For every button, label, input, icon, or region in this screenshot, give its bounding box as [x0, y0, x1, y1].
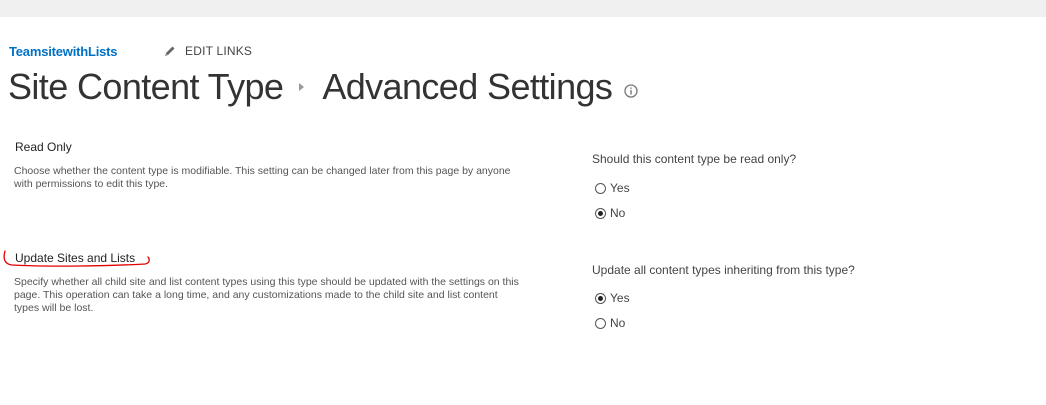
- update-sites-no-radio[interactable]: No: [595, 315, 625, 331]
- radio-yes-circle[interactable]: [595, 292, 606, 304]
- edit-links-label: EDIT LINKS: [185, 44, 253, 58]
- red-underline-annotation: [3, 250, 150, 267]
- radio-no-circle[interactable]: [595, 207, 606, 219]
- radio-yes-circle[interactable]: [595, 182, 606, 194]
- read-only-yes-radio[interactable]: Yes: [595, 180, 630, 196]
- radio-no-circle[interactable]: [595, 317, 606, 329]
- radio-label: Yes: [610, 291, 630, 305]
- site-nav: TeamsitewithLists: [9, 42, 118, 60]
- radio-label: Yes: [610, 181, 630, 195]
- read-only-no-radio[interactable]: No: [595, 205, 625, 221]
- radio-label: No: [610, 316, 626, 330]
- read-only-description: Choose whether the content type is modif…: [14, 165, 511, 190]
- update-sites-yes-radio[interactable]: Yes: [595, 290, 630, 306]
- update-sites-question: Update all content types inheriting from…: [592, 263, 855, 277]
- read-only-question: Should this content type be read only?: [592, 152, 797, 166]
- pencil-icon: [165, 46, 175, 56]
- info-icon[interactable]: [624, 84, 638, 98]
- page-title: Site Content Type Advanced Settings: [8, 64, 638, 110]
- top-suite-bar: [0, 0, 1046, 17]
- update-sites-description: Specify whether all child site and list …: [14, 276, 519, 314]
- edit-links-button[interactable]: EDIT LINKS: [163, 42, 252, 60]
- read-only-section-title: Read Only: [15, 140, 72, 154]
- radio-label: No: [610, 206, 626, 220]
- site-link[interactable]: TeamsitewithLists: [9, 44, 118, 59]
- breadcrumb-current: Advanced Settings: [322, 66, 613, 107]
- breadcrumb-separator-icon: [299, 83, 305, 91]
- breadcrumb-parent: Site Content Type: [8, 66, 284, 107]
